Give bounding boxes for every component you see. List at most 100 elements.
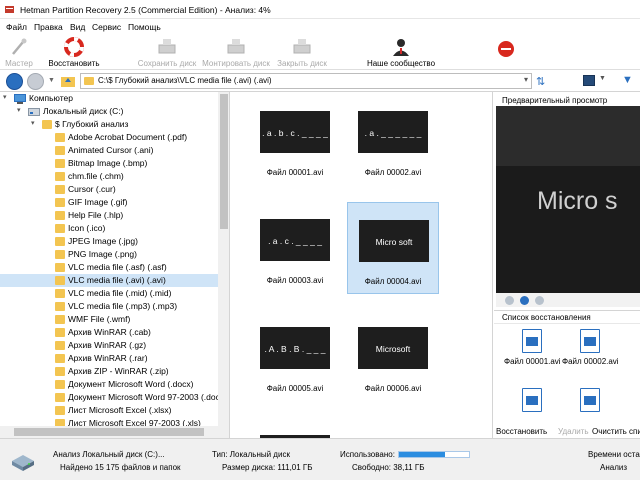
- person-icon: [393, 39, 409, 56]
- back-button[interactable]: [6, 73, 23, 90]
- menu-edit[interactable]: Правка: [34, 22, 63, 32]
- next-icon[interactable]: [535, 296, 544, 305]
- tree-item-folder[interactable]: chm.file (.chm): [0, 170, 218, 183]
- recovery-restore-button[interactable]: Восстановить: [496, 427, 547, 436]
- previous-icon[interactable]: [505, 296, 514, 305]
- tree-vertical-scrollbar[interactable]: [218, 92, 229, 438]
- restore-button[interactable]: Восстановить: [44, 36, 104, 69]
- community-button[interactable]: Наше сообщество: [364, 36, 438, 69]
- tree-item-folder[interactable]: Animated Cursor (.ani): [0, 144, 218, 157]
- title-bar: Hetman Partition Recovery 2.5 (Commercia…: [0, 0, 640, 19]
- tree-item-computer[interactable]: ▾ Компьютер: [0, 92, 218, 105]
- view-mode-icon[interactable]: [583, 75, 595, 86]
- recovery-item[interactable]: Файл 00001.avi: [504, 329, 561, 375]
- folder-icon: [55, 354, 65, 363]
- tree-item-folder[interactable]: Архив WinRAR (.rar): [0, 352, 218, 365]
- tree-item-folder[interactable]: Icon (.ico): [0, 222, 218, 235]
- disk-mount-icon: [227, 39, 245, 54]
- status-time: Времени оста: [588, 450, 640, 459]
- tree-item-folder[interactable]: Архив WinRAR (.gz): [0, 339, 218, 352]
- save-disk-button[interactable]: Сохранить диск: [132, 36, 202, 69]
- folder-icon: [55, 146, 65, 155]
- tree-label: WMF File (.wmf): [68, 314, 131, 324]
- refresh-icon[interactable]: ⇅: [536, 75, 545, 88]
- close-disk-button[interactable]: Закрыть диск: [274, 36, 330, 69]
- tree-item-folder[interactable]: JPEG Image (.jpg): [0, 235, 218, 248]
- path-field[interactable]: C:\$ Глубокий анализ\VLC media file (.av…: [80, 73, 532, 89]
- tree-item-folder[interactable]: VLC media file (.mp3) (.mp3): [0, 300, 218, 313]
- tree-item-folder[interactable]: Документ Microsoft Word 97-2003 (.doc): [0, 391, 223, 404]
- menu-service[interactable]: Сервис: [92, 22, 121, 32]
- scroll-thumb[interactable]: [14, 428, 204, 436]
- tree-label: GIF Image (.gif): [68, 197, 128, 207]
- recovery-item-label: Файл 00002.avi: [562, 357, 619, 366]
- tree-item-folder[interactable]: Архив ZIP - WinRAR (.zip): [0, 365, 218, 378]
- tree-item-folder[interactable]: Bitmap Image (.bmp): [0, 157, 218, 170]
- folder-icon: [55, 367, 65, 376]
- tree-item-folder[interactable]: Архив WinRAR (.cab): [0, 326, 218, 339]
- up-folder-icon[interactable]: [60, 73, 76, 89]
- status-type: Тип: Локальный диск: [212, 450, 290, 459]
- menu-file[interactable]: Файл: [6, 22, 27, 32]
- tree-label: Архив WinRAR (.gz): [68, 340, 147, 350]
- mount-disk-button[interactable]: Монтировать диск: [200, 36, 272, 69]
- tree-label: chm.file (.chm): [68, 171, 124, 181]
- play-icon[interactable]: [520, 296, 529, 305]
- file-thumbnail[interactable]: . a . c . _ _ _ _ Файл 00003.avi: [249, 202, 341, 294]
- folder-icon: [55, 211, 65, 220]
- disk-save-icon: [158, 39, 176, 54]
- folder-icon: [55, 289, 65, 298]
- tree-item-deep-analysis[interactable]: ▾ $ Глубокий анализ: [0, 118, 218, 131]
- menu-bar: Файл Правка Вид Сервис Помощь: [0, 19, 640, 35]
- tree-item-folder[interactable]: Cursor (.cur): [0, 183, 218, 196]
- tree-horizontal-scrollbar[interactable]: [0, 426, 218, 438]
- scroll-thumb[interactable]: [220, 94, 228, 229]
- tree-item-local-disk[interactable]: ▾ Локальный диск (C:): [0, 105, 218, 118]
- folder-icon: [42, 120, 52, 129]
- folder-icon: [55, 185, 65, 194]
- wizard-button[interactable]: Мастер: [0, 36, 38, 69]
- tree-item-folder[interactable]: Adobe Acrobat Document (.pdf): [0, 131, 218, 144]
- hard-disk-icon: [12, 455, 34, 471]
- collapse-icon[interactable]: ▾: [3, 93, 7, 101]
- tree-item-folder[interactable]: VLC media file (.mid) (.mid): [0, 287, 218, 300]
- tree-label: VLC media file (.mp3) (.mp3): [68, 301, 178, 311]
- folder-icon: [55, 315, 65, 324]
- menu-help[interactable]: Помощь: [128, 22, 161, 32]
- path-dropdown-icon[interactable]: ▾: [524, 75, 528, 84]
- status-found: Найдено 15 175 файлов и папок: [60, 463, 181, 472]
- tree-label: Cursor (.cur): [68, 184, 116, 194]
- file-thumbnail[interactable]: Microsoft Файл 00006.avi: [347, 310, 439, 402]
- recovery-delete-button[interactable]: Удалить: [558, 427, 589, 436]
- folder-icon: [55, 159, 65, 168]
- tree-item-folder[interactable]: Документ Microsoft Word (.docx): [0, 378, 218, 391]
- tree-item-folder[interactable]: WMF File (.wmf): [0, 313, 218, 326]
- tree-item-folder[interactable]: GIF Image (.gif): [0, 196, 218, 209]
- lifebuoy-icon: [64, 37, 84, 57]
- file-thumbnail[interactable]: . a . _ _ _ _ _ _ Файл 00002.avi: [347, 94, 439, 186]
- tree-item-folder[interactable]: PNG Image (.png): [0, 248, 218, 261]
- tree-item-folder[interactable]: Лист Microsoft Excel (.xlsx): [0, 404, 218, 417]
- file-thumbnail[interactable]: . A . B . B . _ _ _ Файл 00005.avi: [249, 310, 341, 402]
- thumbnail-image: Micro soft: [359, 220, 429, 262]
- tree-item-folder[interactable]: Help File (.hlp): [0, 209, 218, 222]
- recovery-clear-button[interactable]: Очистить спис: [592, 427, 640, 436]
- menu-view[interactable]: Вид: [70, 22, 85, 32]
- tree-label: VLC media file (.mid) (.mid): [68, 288, 172, 298]
- tree-label: Архив WinRAR (.rar): [68, 353, 148, 363]
- file-thumbnail[interactable]: Micro soft Файл 00004.avi: [347, 202, 439, 294]
- tree-item-folder[interactable]: VLC media file (.avi) (.avi): [0, 274, 218, 287]
- file-name: Файл 00004.avi: [364, 277, 422, 286]
- file-thumbnail[interactable]: . a . b . c . _ _ _ _ Файл 00001.avi: [249, 94, 341, 186]
- tree-label: Компьютер: [29, 93, 73, 103]
- view-dropdown-icon[interactable]: ▼: [599, 75, 606, 82]
- recovery-item[interactable]: Файл 00002.avi: [562, 329, 619, 375]
- collapse-icon[interactable]: ▾: [17, 106, 21, 114]
- tree-item-folder[interactable]: VLC media file (.asf) (.asf): [0, 261, 218, 274]
- disk-close-icon: [293, 39, 311, 54]
- filter-icon[interactable]: ▼: [622, 74, 633, 86]
- stop-icon[interactable]: [496, 39, 516, 59]
- forward-button[interactable]: [27, 73, 44, 90]
- history-dropdown-icon[interactable]: ▼: [48, 77, 55, 84]
- collapse-icon[interactable]: ▾: [31, 119, 35, 127]
